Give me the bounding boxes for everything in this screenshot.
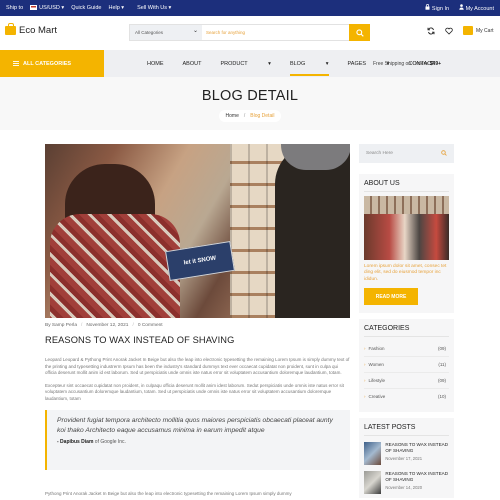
header-icons: My Cart: [427, 26, 494, 35]
latest-post-thumbnail: [364, 471, 382, 495]
quick-guide-link[interactable]: Quick Guide: [71, 5, 101, 11]
quote-attribution: - Dapibus Diam of Google Inc.: [57, 439, 126, 445]
us-flag-icon: [30, 5, 38, 11]
post-title: REASONS TO WAX INSTEAD OF SHAVING: [45, 335, 235, 345]
post-author[interactable]: By Samp Perla: [45, 323, 77, 328]
logo[interactable]: Eco Mart: [5, 23, 58, 36]
my-account-link[interactable]: My Account: [459, 4, 494, 12]
post-paragraph-1: Leopard Leopard & Pythong Print Anorak J…: [45, 357, 350, 375]
top-bar: Ship to US/USD ▾ Quick Guide Help ▾ Sell…: [0, 0, 500, 16]
post-date: November 12, 2021: [86, 323, 129, 328]
search-category-select[interactable]: All Categories: [130, 25, 202, 40]
currency-selector[interactable]: US/USD ▾: [30, 5, 64, 11]
latest-post-item[interactable]: REASONS TO WAX INSTEAD OF SHAVING Novemb…: [364, 471, 449, 495]
latest-post-title[interactable]: REASONS TO WAX INSTEAD OF SHAVING: [385, 471, 449, 483]
category-item[interactable]: › Creative (10): [364, 389, 449, 404]
article: let it SNOW By Samp Perla / November 12,…: [45, 144, 350, 470]
breadcrumb-home[interactable]: Home: [226, 113, 239, 119]
post-meta: By Samp Perla / November 12, 2021 / 0 Co…: [45, 323, 163, 328]
heart-wishlist-icon[interactable]: [445, 27, 453, 35]
latest-post-date: November 17, 2021: [385, 456, 423, 462]
about-us-widget: ABOUT US Lorem ipsum dolor sit amet, con…: [359, 174, 454, 314]
category-item[interactable]: › Lifestyle (09): [364, 373, 449, 390]
help-menu[interactable]: Help ▾: [108, 5, 124, 11]
all-categories-button[interactable]: ALL CATEGORIES: [0, 50, 104, 77]
search-icon: [355, 28, 364, 37]
breadcrumb-current: Blog Detail: [250, 113, 275, 119]
search-bar: All Categories Search for anything: [129, 24, 370, 41]
latest-post-thumbnail: [364, 442, 382, 466]
menu-hamburger-icon: [13, 61, 19, 66]
latest-posts-title: LATEST POSTS: [364, 424, 449, 437]
quote-text: Provident fugiat tempora architecto moll…: [57, 417, 333, 434]
breadcrumb: Home / Blog Detail: [218, 110, 282, 122]
shopping-bag-logo-icon: [5, 23, 16, 35]
page-title: BLOG DETAIL: [201, 88, 299, 104]
header: Eco Mart All Categories Search for anyth…: [0, 16, 500, 50]
post-paragraph-2: Excepteur sint occaecat cupidatat non pr…: [45, 382, 344, 401]
nav-blog[interactable]: BLOG ▾: [289, 61, 329, 76]
lock-icon: [425, 4, 430, 10]
sell-with-us-menu[interactable]: Sell With Us ▾: [137, 5, 171, 11]
free-shipping-notice: Free Shipping on Orders $49+: [373, 60, 442, 67]
my-cart-button[interactable]: My Cart: [463, 26, 494, 35]
sidebar: Search Here ABOUT US Lorem ipsum dolor s…: [359, 144, 454, 499]
category-item[interactable]: › Fashion (09): [364, 341, 449, 358]
about-us-title: ABOUT US: [364, 180, 449, 192]
latest-posts-widget: LATEST POSTS REASONS TO WAX INSTEAD OF S…: [359, 418, 454, 499]
refresh-compare-icon[interactable]: [427, 27, 435, 35]
read-more-button[interactable]: READ MORE: [364, 288, 418, 306]
latest-post-date: November 14, 2020: [385, 485, 423, 491]
ship-to-label: Ship to: [6, 5, 24, 11]
blockquote: Provident fugiat tempora architecto moll…: [45, 410, 350, 470]
breadcrumb-separator: /: [243, 113, 246, 119]
search-icon[interactable]: [441, 150, 447, 156]
post-comments[interactable]: 0 Comment: [138, 323, 163, 328]
sign-in-link[interactable]: Sign In: [425, 4, 449, 12]
sidebar-search-input[interactable]: Search Here: [359, 144, 454, 163]
search-button[interactable]: [349, 24, 370, 41]
my-cart-label: My Cart: [476, 27, 494, 34]
nav-home[interactable]: HOME: [147, 61, 164, 67]
latest-post-title[interactable]: REASONS TO WAX INSTEAD OF SHAVING: [385, 442, 449, 454]
nav-about[interactable]: ABOUT: [183, 61, 202, 67]
post-paragraph-3: Pythong Print Anorak Jacket In Beige but…: [45, 491, 292, 496]
category-item[interactable]: › Women (11): [364, 357, 449, 374]
categories-widget: CATEGORIES › Fashion (09) › Women (11) › Life…: [359, 319, 454, 413]
navigation-bar: ALL CATEGORIES HOME ABOUT PRODUCT ▾ BLOG…: [0, 50, 500, 77]
article-image: let it SNOW: [45, 144, 350, 318]
user-icon: [459, 4, 464, 10]
categories-title: CATEGORIES: [364, 325, 449, 338]
cart-bag-icon: [463, 26, 473, 35]
search-input[interactable]: Search for anything: [202, 25, 369, 40]
about-us-text: Lorem ipsum dolor sit amet, consec tet d…: [364, 264, 447, 282]
about-us-image: [364, 196, 449, 260]
logo-text: Eco Mart: [19, 25, 58, 36]
nav-product[interactable]: PRODUCT ▾: [220, 61, 271, 67]
latest-post-item[interactable]: REASONS TO WAX INSTEAD OF SHAVING Novemb…: [364, 442, 449, 466]
page-hero: BLOG DETAIL Home / Blog Detail: [0, 77, 500, 130]
